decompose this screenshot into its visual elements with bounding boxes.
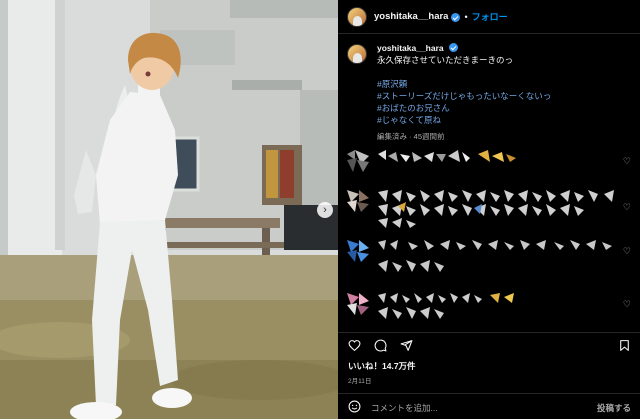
action-bar: [338, 332, 640, 354]
caption-block: yoshitaka__hara 永久保存させていただきまーきのっ #原沢頼 #ス…: [347, 42, 632, 143]
post-comment-button[interactable]: 投稿する: [597, 402, 631, 414]
post-date[interactable]: 2月11日: [348, 375, 371, 385]
comment-icon[interactable]: [374, 339, 387, 352]
heart-icon[interactable]: ♡: [623, 246, 631, 257]
caption-meta: 編集済み · 45週間前: [377, 132, 445, 141]
post-photo[interactable]: ›: [0, 0, 338, 419]
comment-input[interactable]: コメントを追加...: [371, 402, 438, 414]
avatar[interactable]: [347, 6, 367, 27]
hashtag-link[interactable]: #おばたのお兄さん: [377, 102, 551, 114]
pixelated-comment-text: [378, 150, 516, 162]
heart-icon[interactable]: ♡: [623, 156, 631, 167]
hashtag-link[interactable]: #じゃなくて原ね: [377, 114, 551, 126]
like-count[interactable]: いいね！14.7万件: [348, 360, 416, 372]
verified-badge-icon: [451, 13, 461, 22]
heart-icon[interactable]: ♡: [623, 299, 631, 310]
comment-avatar[interactable]: [347, 240, 369, 262]
emoji-icon[interactable]: [348, 400, 361, 413]
caption-text: 永久保存させていただきまーきのっ: [377, 54, 514, 65]
follow-button[interactable]: フォロー: [472, 10, 508, 23]
caption-avatar[interactable]: [347, 44, 367, 64]
chevron-right-icon: ›: [323, 203, 327, 216]
separator: •: [464, 11, 468, 22]
heart-icon[interactable]: ♡: [623, 202, 631, 213]
comment-avatar[interactable]: [347, 293, 369, 315]
next-image-button[interactable]: ›: [317, 202, 333, 218]
pixelated-comment-text: [378, 240, 612, 272]
verified-badge-icon: [449, 43, 458, 52]
post-username[interactable]: yoshitaka__hara: [374, 11, 448, 22]
bookmark-icon[interactable]: [618, 339, 631, 352]
share-icon[interactable]: [400, 339, 413, 352]
hashtag-link[interactable]: #ストーリーズだけじゃもったいなーくないっ: [377, 90, 551, 102]
post-header: yoshitaka__hara • フォロー: [338, 0, 640, 34]
comment-form: コメントを追加... 投稿する: [338, 393, 640, 419]
photo-scene: [0, 0, 338, 419]
caption-username[interactable]: yoshitaka__hara: [377, 43, 444, 53]
pixelated-comment-text: [378, 190, 614, 228]
post-side-panel: yoshitaka__hara • フォロー yoshitaka__hara 永…: [338, 0, 640, 419]
hashtag-list: #原沢頼 #ストーリーズだけじゃもったいなーくないっ #おばたのお兄さん #じゃ…: [377, 78, 551, 126]
pixelated-comment-text: [378, 293, 514, 319]
hashtag-link[interactable]: #原沢頼: [377, 78, 551, 90]
comment-avatar[interactable]: [347, 190, 369, 212]
comment-avatar[interactable]: [347, 150, 369, 172]
heart-icon[interactable]: [348, 339, 361, 352]
